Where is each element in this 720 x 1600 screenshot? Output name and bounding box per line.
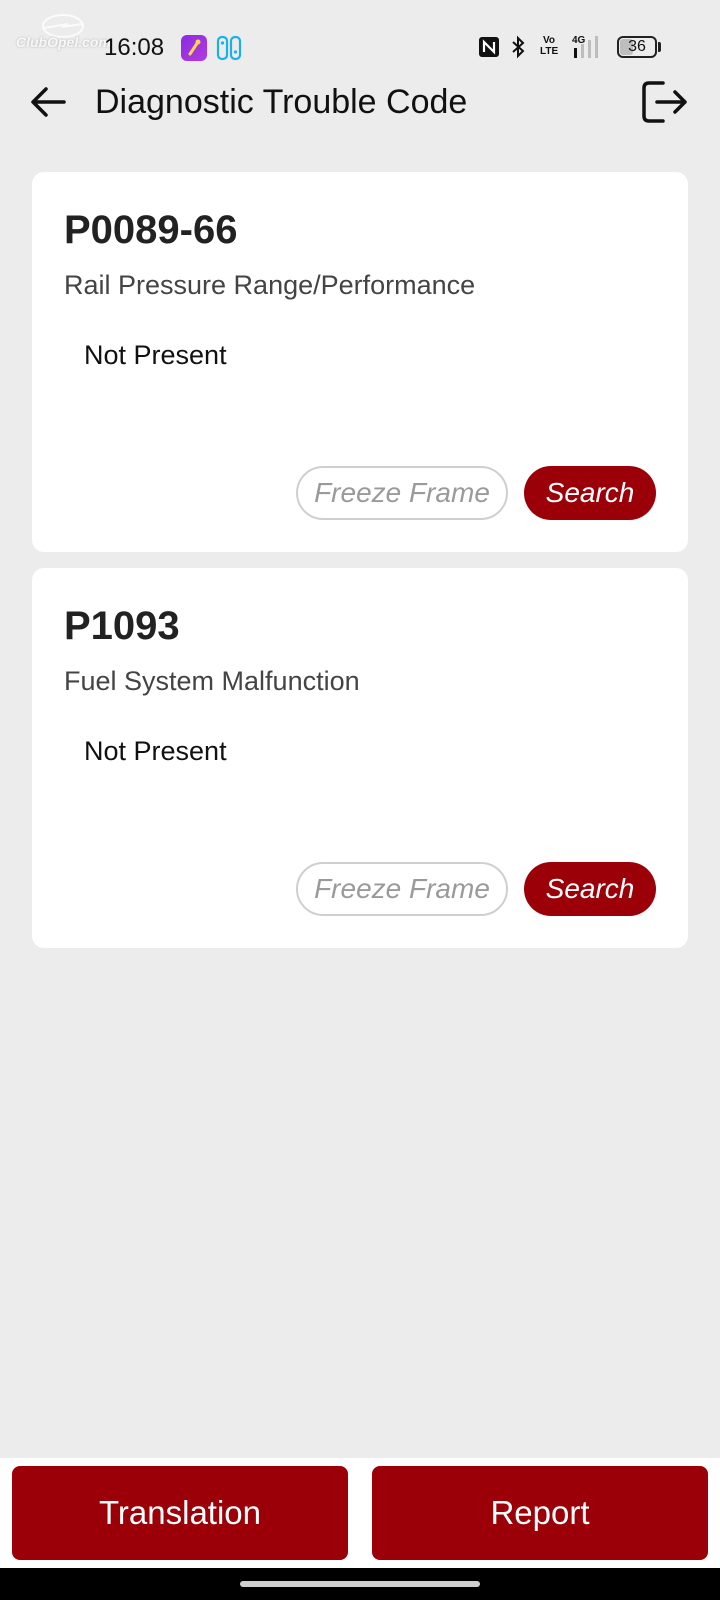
dtc-code: P1093 bbox=[64, 604, 180, 648]
dtc-card: P0089-66 Rail Pressure Range/Performance… bbox=[32, 172, 688, 552]
dtc-status: Not Present bbox=[84, 340, 227, 370]
search-button[interactable]: Search bbox=[524, 466, 656, 520]
report-button[interactable]: Report bbox=[372, 1466, 708, 1560]
dtc-status: Not Present bbox=[84, 736, 227, 766]
dtc-code: P0089-66 bbox=[64, 208, 238, 252]
volte-icon: Vo LTE bbox=[540, 35, 559, 57]
status-bar: ClubOpel.com 16:08 Vo LTE 4G 36 bbox=[0, 0, 720, 90]
logout-icon bbox=[642, 81, 687, 123]
translation-button[interactable]: Translation bbox=[12, 1466, 348, 1560]
battery-icon: 36 bbox=[617, 36, 657, 58]
game-controller-icon bbox=[216, 35, 242, 61]
signal-icon: 4G bbox=[572, 34, 606, 65]
app-notification-icon bbox=[181, 35, 207, 61]
bottom-action-bar: Translation Report bbox=[0, 1458, 720, 1568]
freeze-frame-button[interactable]: Freeze Frame bbox=[296, 862, 508, 916]
battery-tip bbox=[658, 42, 661, 52]
home-indicator[interactable] bbox=[240, 1581, 480, 1587]
dtc-card: P1093 Fuel System Malfunction Not Presen… bbox=[32, 568, 688, 948]
dtc-description: Fuel System Malfunction bbox=[64, 666, 360, 696]
page-title: Diagnostic Trouble Code bbox=[95, 83, 468, 121]
status-time: 16:08 bbox=[104, 34, 165, 61]
battery-level: 36 bbox=[628, 38, 646, 55]
search-button[interactable]: Search bbox=[524, 862, 656, 916]
freeze-frame-button[interactable]: Freeze Frame bbox=[296, 466, 508, 520]
bluetooth-icon bbox=[510, 35, 526, 64]
system-nav-bar bbox=[0, 1568, 720, 1600]
watermark-text: ClubOpel.com bbox=[16, 34, 111, 50]
dtc-description: Rail Pressure Range/Performance bbox=[64, 270, 476, 300]
nfc-icon bbox=[478, 36, 500, 63]
arrow-left-icon bbox=[31, 87, 66, 117]
back-button[interactable] bbox=[26, 80, 70, 124]
exit-button[interactable] bbox=[638, 76, 690, 128]
